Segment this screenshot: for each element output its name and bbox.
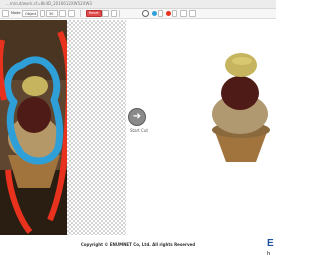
download-icon[interactable] bbox=[180, 10, 187, 17]
toolbar-divider bbox=[80, 10, 81, 17]
chevron-down-icon[interactable] bbox=[172, 10, 177, 17]
brush-icon[interactable] bbox=[2, 10, 9, 17]
redo-icon[interactable] bbox=[68, 10, 75, 17]
source-photo bbox=[0, 20, 67, 235]
start-cut-label: Start Cut bbox=[130, 128, 148, 133]
arrow-right-icon: ➜ bbox=[132, 111, 142, 122]
foreground-color-icon[interactable] bbox=[152, 11, 157, 16]
background-color-icon[interactable] bbox=[166, 11, 171, 16]
brush-size-select[interactable]: 30 bbox=[46, 10, 58, 17]
share-icon[interactable] bbox=[189, 10, 196, 17]
transparent-area bbox=[67, 20, 126, 235]
mode-label: Mode bbox=[11, 11, 21, 15]
start-cut-button[interactable]: ➜ bbox=[128, 108, 146, 126]
brand-logo: E bbox=[267, 238, 274, 249]
brand-subtext: h bbox=[267, 251, 271, 257]
pencil-tool-icon[interactable] bbox=[142, 10, 149, 17]
browser-url-bar[interactable]: ...m/cut/work.cf=8k4D_2016612XW52XW3 bbox=[0, 0, 276, 9]
copyright-text: Copyright © ENUMNET Co, Ltd. All rights … bbox=[80, 242, 196, 247]
reset-button[interactable]: Reset bbox=[86, 10, 102, 17]
undo-icon[interactable] bbox=[59, 10, 66, 17]
url-text: ...m/cut/work.cf=8k4D_2016612XW52XW3 bbox=[6, 1, 92, 6]
toolbar-divider bbox=[119, 10, 120, 17]
result-canvas bbox=[150, 20, 276, 235]
editor-toolbar: Mode Object 30 Reset bbox=[0, 9, 276, 19]
page-footer: Copyright © ENUMNET Co, Ltd. All rights … bbox=[0, 235, 276, 260]
result-photo bbox=[212, 53, 270, 162]
zoom-out-icon[interactable] bbox=[40, 10, 45, 17]
pen-icon[interactable] bbox=[102, 10, 109, 17]
eraser-icon[interactable] bbox=[111, 10, 117, 17]
source-canvas[interactable] bbox=[0, 20, 126, 235]
mode-select[interactable]: Object bbox=[22, 10, 38, 17]
source-photo-drawing bbox=[0, 20, 67, 235]
chevron-down-icon[interactable] bbox=[158, 10, 163, 17]
work-area: ➜ Start Cut bbox=[0, 20, 276, 235]
